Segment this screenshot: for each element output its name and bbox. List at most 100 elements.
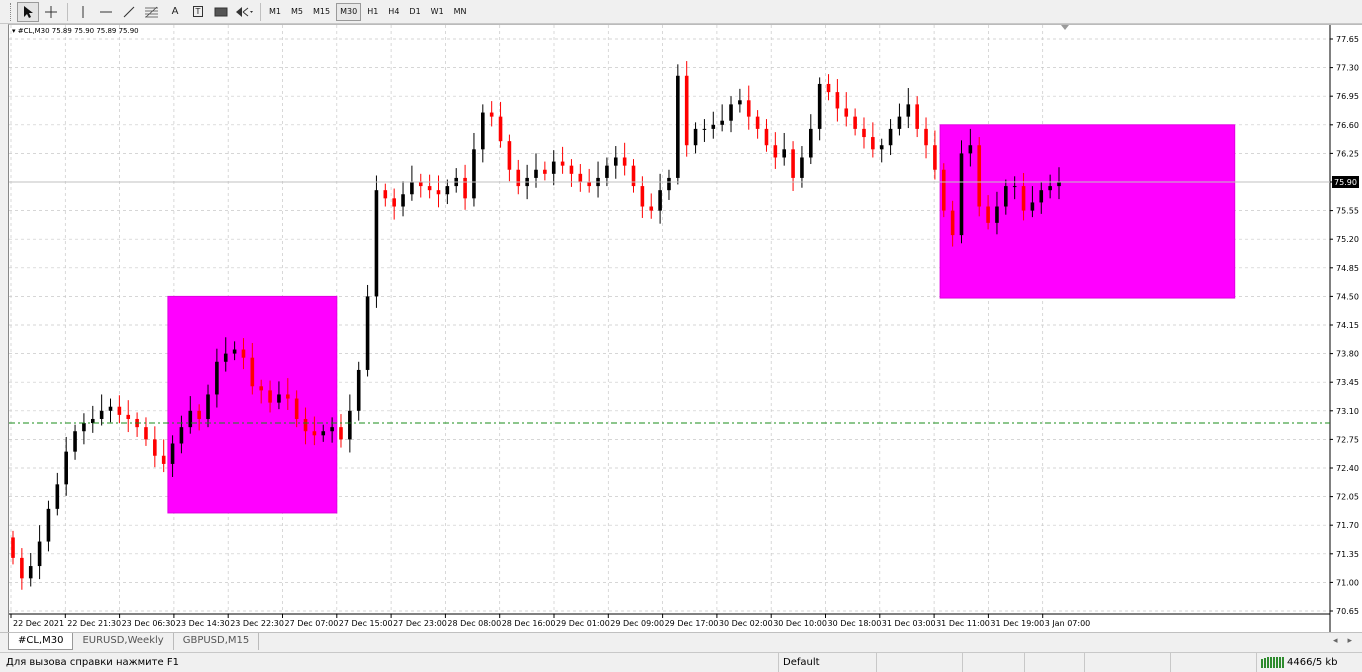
candle-body	[144, 427, 148, 440]
candle-body	[968, 145, 973, 154]
time-tick-label: 28 Dec 08:00	[447, 619, 501, 628]
candle-body	[933, 145, 937, 170]
rectangle-icon[interactable]	[210, 2, 232, 22]
candle-body	[37, 541, 42, 567]
time-tick-label: 29 Dec 09:00	[610, 619, 664, 628]
dropdown-triangle-icon[interactable]: ▾	[12, 27, 16, 35]
time-tick-label: 31 Dec 11:00	[936, 619, 990, 628]
candle-body	[374, 190, 379, 297]
candle-body	[977, 145, 982, 207]
horizontal-line-icon[interactable]	[95, 2, 117, 22]
candle-body	[578, 173, 583, 182]
time-tick-label: 3 Jan 07:00	[1045, 619, 1091, 628]
candle-body	[835, 92, 840, 109]
candle-body	[844, 108, 849, 117]
candle-body	[489, 112, 494, 117]
candle-body	[1030, 202, 1035, 211]
tab-eurusd-weekly[interactable]: EURUSD,Weekly	[73, 633, 174, 650]
label-tool-icon[interactable]: T	[187, 2, 209, 22]
timeframe-m15[interactable]: M15	[309, 3, 334, 21]
candle-body	[339, 427, 343, 440]
zone-rectangle[interactable]	[167, 295, 338, 514]
candle-body	[330, 427, 334, 432]
price-tick-label: 76.60	[1336, 121, 1359, 130]
fibonacci-icon[interactable]	[141, 2, 163, 22]
candle-body	[1012, 186, 1017, 188]
candle-body	[445, 186, 450, 195]
time-tick-label: 30 Dec 10:00	[773, 619, 827, 628]
timeframe-bar: M1 M5 M15 M30 H1 H4 D1 W1 MN	[265, 2, 471, 21]
help-hint: Для вызова справки нажмите F1	[6, 657, 179, 668]
timeframe-m1[interactable]: M1	[265, 3, 285, 21]
cursor-icon[interactable]	[17, 1, 39, 22]
timeframe-w1[interactable]: W1	[427, 3, 448, 21]
candle-body	[897, 116, 902, 129]
timeframe-h4[interactable]: H4	[384, 3, 403, 21]
candle-body	[605, 165, 609, 178]
candle-body	[28, 566, 33, 579]
connection-status[interactable]: 4466/5 kb	[1256, 653, 1342, 672]
price-tick-label: 73.45	[1336, 378, 1359, 387]
candle-body	[268, 390, 272, 403]
status-bar: Для вызова справки нажмите F1 Default 44…	[0, 652, 1362, 672]
vertical-line-icon[interactable]	[72, 2, 94, 22]
price-chart[interactable]: 77.65 77.30 76.95 76.60 76.25 75.90 75.55 75.20…	[9, 25, 1362, 632]
candle-body	[215, 361, 219, 395]
candle-body	[587, 182, 591, 187]
tab-scroll-right-icon[interactable]: ▸	[1347, 636, 1352, 646]
time-tick-label: 30 Dec 02:00	[719, 619, 773, 628]
candle-body	[1021, 186, 1026, 211]
candle-body	[941, 169, 946, 211]
candle-body	[188, 410, 193, 428]
chart-shift-marker-icon[interactable]	[1061, 25, 1069, 30]
candle-body	[11, 537, 15, 558]
candle-body	[791, 149, 795, 178]
timeframe-h1[interactable]: H1	[363, 3, 382, 21]
candle-body	[498, 116, 503, 142]
time-tick-label: 23 Dec 22:30	[230, 619, 284, 628]
candle-body	[534, 169, 538, 178]
price-tick-label: 71.35	[1336, 550, 1359, 559]
chart-window[interactable]: 77.65 77.30 76.95 76.60 76.25 75.90 75.55 75.20…	[8, 24, 1362, 632]
timeframe-mn[interactable]: MN	[450, 3, 471, 21]
candle-body	[507, 141, 512, 170]
tab-gbpusd-m15[interactable]: GBPUSD,M15	[174, 633, 260, 650]
text-tool-icon[interactable]: A	[164, 2, 186, 22]
toolbar: A T M1 M5 M15 M30 H1 H4 D1 W1 MN	[0, 0, 1362, 24]
candle-body	[560, 161, 565, 166]
time-tick-label: 30 Dec 18:00	[828, 619, 882, 628]
timeframe-m30[interactable]: M30	[336, 2, 362, 21]
status-cell	[1170, 653, 1256, 672]
trend-line-icon[interactable]	[118, 2, 140, 22]
status-cell	[1024, 653, 1084, 672]
label-tool-glyph: T	[192, 6, 204, 17]
connection-bars-icon	[1261, 657, 1284, 668]
candle-body	[853, 116, 857, 129]
zone-rectangle[interactable]	[939, 124, 1236, 299]
price-tick-label: 72.05	[1336, 493, 1359, 502]
candle-body	[427, 186, 432, 191]
timeframe-m5[interactable]: M5	[287, 3, 307, 21]
candle-body	[197, 410, 201, 419]
candle-body	[232, 349, 237, 354]
tab-cl-m30[interactable]: #CL,M30	[8, 633, 74, 650]
candle-body	[108, 406, 113, 411]
candle-body	[241, 349, 246, 358]
toolbar-separator	[260, 2, 261, 21]
time-tick-label: 27 Dec 23:00	[393, 619, 447, 628]
tab-scroll-left-icon[interactable]: ◂	[1333, 636, 1338, 646]
arrows-dropdown-icon[interactable]	[233, 2, 255, 22]
candle-body	[800, 157, 804, 178]
crosshair-icon[interactable]	[40, 2, 62, 22]
timeframe-d1[interactable]: D1	[405, 3, 424, 21]
candle-body	[871, 137, 875, 150]
candle-body	[365, 296, 370, 370]
toolbar-grip[interactable]	[10, 2, 13, 21]
candle-body	[99, 410, 104, 419]
time-tick-label: 22 Dec 21:30	[67, 619, 121, 628]
candle-body	[649, 206, 654, 211]
candle-body	[161, 455, 166, 464]
candle-body	[410, 182, 414, 195]
candle-body	[915, 104, 919, 129]
price-tick-label: 74.15	[1336, 321, 1359, 330]
